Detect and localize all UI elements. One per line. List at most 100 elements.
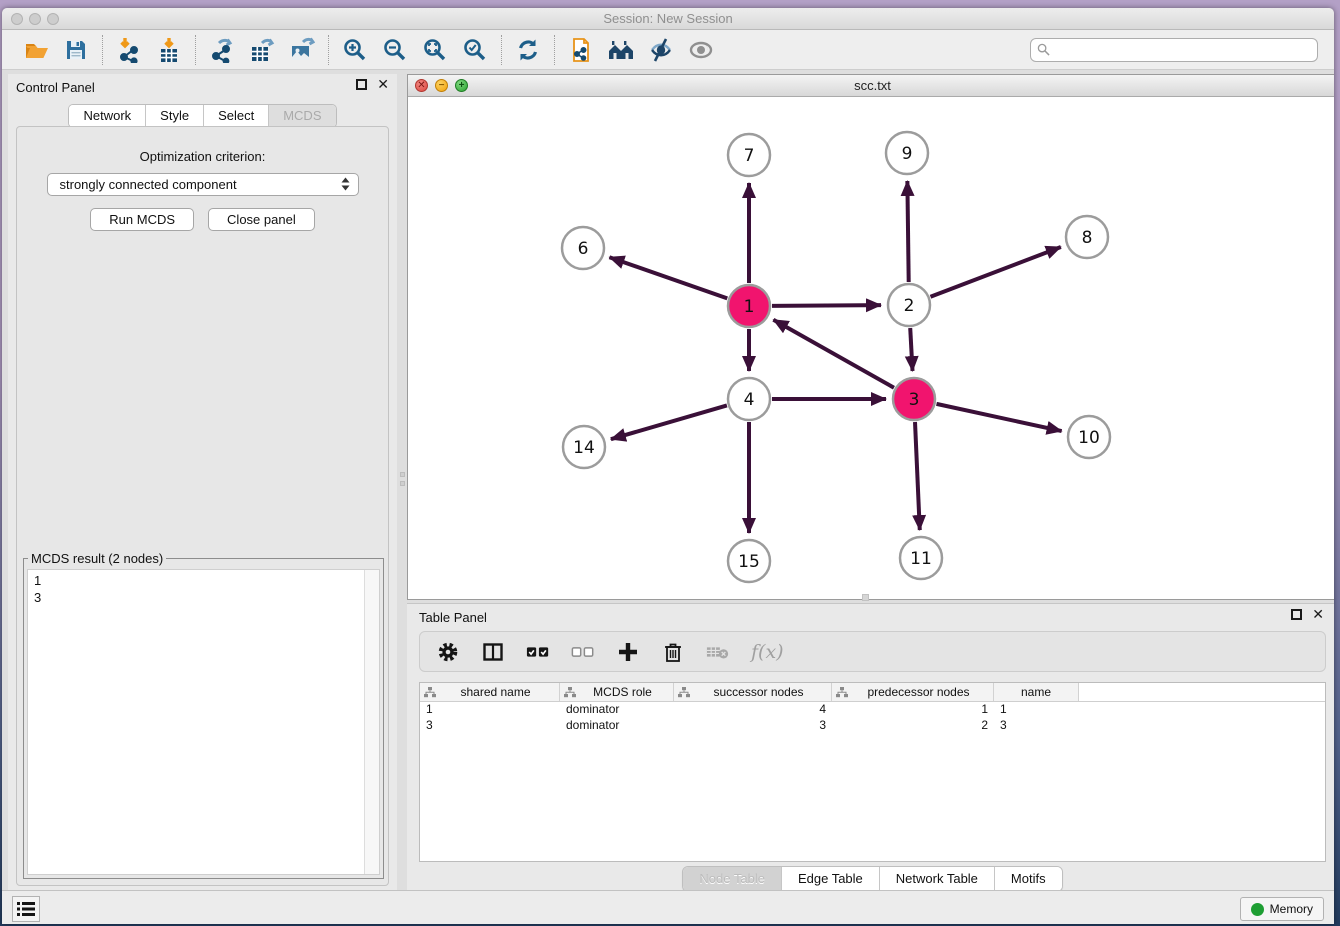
node-3[interactable]: 3 <box>893 378 935 420</box>
delete-column-icon[interactable] <box>661 640 685 664</box>
node-6[interactable]: 6 <box>562 227 604 269</box>
edge-1-2[interactable] <box>772 305 881 306</box>
svg-text:7: 7 <box>744 146 755 166</box>
close-panel-icon[interactable]: ✕ <box>377 79 389 90</box>
hierarchy-icon <box>564 687 576 698</box>
svg-text:14: 14 <box>573 438 595 458</box>
edge-3-1[interactable] <box>773 320 894 388</box>
tab-edge-table[interactable]: Edge Table <box>782 867 880 891</box>
network-canvas[interactable]: 7 9 6 8 1 2 4 3 14 10 15 11 <box>408 97 1334 599</box>
status-bar: Memory <box>2 890 1334 924</box>
node-15[interactable]: 15 <box>728 540 770 582</box>
import-table-icon[interactable] <box>154 35 184 65</box>
column-header-successor-nodes[interactable]: successor nodes <box>674 683 832 701</box>
home-networks-icon[interactable] <box>606 35 636 65</box>
refresh-layout-icon[interactable] <box>513 35 543 65</box>
float-panel-icon[interactable] <box>356 79 367 90</box>
cell-shared-name: 1 <box>420 702 560 718</box>
node-2[interactable]: 2 <box>888 284 930 326</box>
svg-text:10: 10 <box>1078 428 1100 448</box>
open-folder-icon[interactable] <box>21 35 51 65</box>
node-14[interactable]: 14 <box>563 426 605 468</box>
memory-status-icon <box>1251 903 1264 916</box>
save-icon[interactable] <box>61 35 91 65</box>
column-header-shared-name[interactable]: shared name <box>420 683 560 701</box>
edge-4-14[interactable] <box>611 405 727 439</box>
export-image-icon[interactable] <box>287 35 317 65</box>
window-title: Session: New Session <box>2 11 1334 26</box>
optimization-criterion-select[interactable]: strongly connected component <box>47 173 359 196</box>
network-window-titlebar: ✕ − + scc.txt <box>408 75 1334 97</box>
tab-select[interactable]: Select <box>204 105 269 127</box>
column-header-predecessor-nodes[interactable]: predecessor nodes <box>832 683 994 701</box>
zoom-fit-icon[interactable] <box>420 35 450 65</box>
table-row[interactable]: 3dominator323 <box>420 718 1325 734</box>
tab-mcds[interactable]: MCDS <box>269 105 335 127</box>
close-panel-button[interactable]: Close panel <box>208 208 315 231</box>
zoom-in-icon[interactable] <box>340 35 370 65</box>
mcds-tab-content: Optimization criterion: strongly connect… <box>16 126 389 886</box>
control-panel-tabs: NetworkStyleSelectMCDS <box>68 104 336 128</box>
svg-text:4: 4 <box>744 390 755 410</box>
task-history-button[interactable] <box>12 896 40 922</box>
edge-3-10[interactable] <box>936 404 1061 431</box>
add-column-icon[interactable] <box>616 640 640 664</box>
search-icon <box>1037 43 1050 56</box>
column-header-MCDS-role[interactable]: MCDS role <box>560 683 674 701</box>
tab-network-table[interactable]: Network Table <box>880 867 995 891</box>
tab-node-table[interactable]: Node Table <box>683 867 782 891</box>
memory-label: Memory <box>1270 902 1313 916</box>
select-all-columns-icon[interactable] <box>526 640 550 664</box>
zoom-selected-icon[interactable] <box>460 35 490 65</box>
node-1[interactable]: 1 <box>728 285 770 327</box>
cell-predecessor-nodes: 2 <box>832 718 994 734</box>
control-panel: Control Panel ✕ NetworkStyleSelectMCDS O… <box>8 74 397 892</box>
clone-network-icon[interactable] <box>566 35 596 65</box>
export-table-icon[interactable] <box>247 35 277 65</box>
node-7[interactable]: 7 <box>728 134 770 176</box>
tab-motifs[interactable]: Motifs <box>995 867 1062 891</box>
table-panel: Table Panel ✕ <box>407 603 1334 900</box>
cell-shared-name: 3 <box>420 718 560 734</box>
hierarchy-icon <box>836 687 848 698</box>
memory-button[interactable]: Memory <box>1240 897 1324 921</box>
node-9[interactable]: 9 <box>886 132 928 174</box>
edge-1-6[interactable] <box>609 257 727 298</box>
split-panel-icon[interactable] <box>481 640 505 664</box>
unselect-all-columns-icon[interactable] <box>571 640 595 664</box>
table-body: 1dominator4113dominator323 <box>420 702 1325 734</box>
edge-2-9[interactable] <box>907 181 908 282</box>
column-header-name[interactable]: name <box>994 683 1079 701</box>
import-network-icon[interactable] <box>114 35 144 65</box>
hide-details-icon[interactable] <box>646 35 676 65</box>
edge-2-3[interactable] <box>910 328 912 371</box>
table-row[interactable]: 1dominator411 <box>420 702 1325 718</box>
tab-network[interactable]: Network <box>69 105 146 127</box>
edge-2-8[interactable] <box>930 247 1060 297</box>
node-4[interactable]: 4 <box>728 378 770 420</box>
chevron-updown-icon <box>341 177 350 191</box>
cell-predecessor-nodes: 1 <box>832 702 994 718</box>
node-10[interactable]: 10 <box>1068 416 1110 458</box>
float-table-panel-icon[interactable] <box>1291 609 1302 620</box>
export-network-icon[interactable] <box>207 35 237 65</box>
titlebar: Session: New Session <box>2 8 1334 30</box>
node-11[interactable]: 11 <box>900 537 942 579</box>
result-scrollbar[interactable] <box>364 570 379 874</box>
gear-icon[interactable] <box>436 640 460 664</box>
mcds-result-title: MCDS result (2 nodes) <box>28 551 166 566</box>
search-input[interactable] <box>1030 38 1318 62</box>
run-mcds-button[interactable]: Run MCDS <box>90 208 194 231</box>
cell-name: 3 <box>994 718 1079 734</box>
table-tabs: Node TableEdge TableNetwork TableMotifs <box>682 866 1062 892</box>
eye-icon[interactable] <box>686 35 716 65</box>
node-8[interactable]: 8 <box>1066 216 1108 258</box>
edge-3-11[interactable] <box>915 422 920 530</box>
tab-style[interactable]: Style <box>146 105 204 127</box>
cell-name: 1 <box>994 702 1079 718</box>
horizontal-splitter-handle[interactable] <box>862 594 869 601</box>
vertical-splitter-handle[interactable] <box>399 472 405 492</box>
application-window: Session: New Session <box>2 8 1334 924</box>
zoom-out-icon[interactable] <box>380 35 410 65</box>
close-table-panel-icon[interactable]: ✕ <box>1312 609 1324 620</box>
